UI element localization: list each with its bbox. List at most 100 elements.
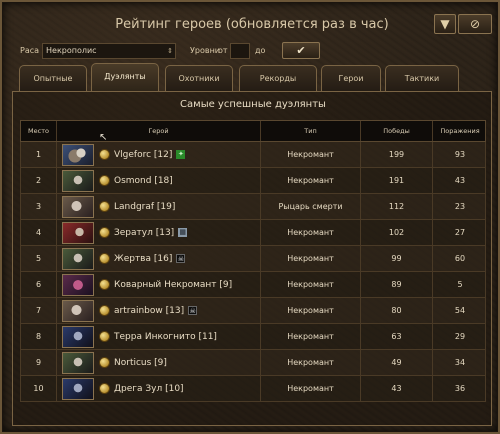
header-losses: Поражения [440,127,480,135]
losses-cell: 29 [454,332,466,341]
guild-badge-icon[interactable]: ☠ [188,306,198,315]
level-from-input[interactable] [230,43,250,59]
losses-cell: 36 [454,384,466,393]
hero-name-link[interactable]: Osmond [18] [114,176,173,186]
hero-portrait[interactable] [62,143,94,166]
wins-cell: 99 [361,246,433,271]
losses-cell: 60 [454,254,466,263]
table-row[interactable]: 3 Landgraf [19] Рыцарь смерти 112 23 [20,194,486,220]
race-label: Раса [20,46,40,55]
apply-filter-button[interactable]: ✔ [282,42,320,59]
hero-cell: Norticus [9] [57,350,261,375]
table-header: Место Герой Тип Победы Поражения [20,120,486,142]
place-cell: 9 [21,350,57,375]
tab-2[interactable]: Охотники [165,65,233,91]
faction-skull-icon [99,279,110,290]
hero-portrait[interactable] [62,195,94,218]
table-row[interactable]: 1 Vlgeforc [12] ✦ Некромант 199 93 [20,142,486,168]
rating-panel: Самые успешные дуэлянты Место Герой Тип … [12,91,492,426]
wins-cell: 49 [361,350,433,375]
type-cell: Рыцарь смерти [261,194,361,219]
place-cell: 6 [21,272,57,297]
losses-cell: 23 [454,202,466,211]
losses-cell: 43 [454,176,466,185]
guild-badge-icon[interactable]: ✦ [176,150,186,159]
hero-name-link[interactable]: Landgraf [19] [114,202,175,212]
type-cell: Некромант [261,272,361,297]
place-cell: 2 [21,168,57,193]
tab-1[interactable]: Дуэлянты [91,63,159,92]
header-hero: Герой [57,121,261,141]
place-cell: 3 [21,194,57,219]
levels-label: Уровни [190,46,220,55]
level-to-label: до [255,46,266,55]
window-title: Рейтинг героев (обновляется раз в час) [115,17,389,32]
table-row[interactable]: 2 Osmond [18] Некромант 191 43 [20,168,486,194]
table-row[interactable]: 4 Зератул [13] ▦ Некромант 102 27 [20,220,486,246]
hero-rating-window: Рейтинг героев (обновляется раз в час) ▼… [0,0,500,434]
hero-name-link[interactable]: Дрега Зул [10] [114,384,184,394]
losses-cell: 34 [454,358,466,367]
race-value: Некрополис [46,46,97,55]
wins-cell: 80 [361,298,433,323]
place-cell: 1 [21,142,57,167]
tab-5[interactable]: Тактики [385,65,459,91]
hero-cell: Зератул [13] ▦ [57,220,261,245]
filter-icon: ▼ [440,17,450,31]
hero-name-link[interactable]: artrainbow [13] [114,306,184,316]
guild-badge-icon[interactable]: ☠ [176,254,186,263]
losses-cell: 93 [454,150,466,159]
cancel-button[interactable]: ⊘ [458,14,492,34]
table-row[interactable]: 10 Дрега Зул [10] Некромант 43 36 [20,376,486,402]
table-row[interactable]: 9 Norticus [9] Некромант 49 34 [20,350,486,376]
race-select[interactable]: Некрополис ⇕ [42,43,176,59]
type-cell: Некромант [261,376,361,401]
hero-portrait[interactable] [62,273,94,296]
tab-4[interactable]: Герои [321,65,381,91]
wins-cell: 191 [361,168,433,193]
hero-portrait[interactable] [62,377,94,400]
place-cell: 4 [21,220,57,245]
tab-0[interactable]: Опытные [19,65,87,91]
faction-skull-icon [99,357,110,368]
hero-portrait[interactable] [62,169,94,192]
faction-skull-icon [99,149,110,160]
wins-cell: 89 [361,272,433,297]
type-cell: Некромант [261,324,361,349]
place-cell: 10 [21,376,57,401]
hero-name-link[interactable]: Терра Инкогнито [11] [114,332,217,342]
hero-name-link[interactable]: Коварный Некромант [9] [114,280,232,290]
hero-portrait[interactable] [62,247,94,270]
level-from-label: от [218,46,228,55]
hero-portrait[interactable] [62,351,94,374]
table-row[interactable]: 6 Коварный Некромант [9] Некромант 89 5 [20,272,486,298]
filter-button[interactable]: ▼ [434,14,456,34]
hero-portrait[interactable] [62,221,94,244]
wins-cell: 63 [361,324,433,349]
hero-name-link[interactable]: Norticus [9] [114,358,167,368]
header-place: Место [21,121,57,141]
hero-cell: Landgraf [19] [57,194,261,219]
hero-name-link[interactable]: Vlgeforc [12] [114,150,172,160]
table-row[interactable]: 8 Терра Инкогнито [11] Некромант 63 29 [20,324,486,350]
guild-badge-icon[interactable]: ▦ [178,228,188,237]
chevron-updown-icon: ⇕ [167,47,173,55]
hero-cell: artrainbow [13] ☠ [57,298,261,323]
faction-skull-icon [99,201,110,212]
hero-name-link[interactable]: Жертва [16] [114,254,172,264]
cancel-icon: ⊘ [469,17,481,31]
type-cell: Некромант [261,350,361,375]
type-cell: Некромант [261,220,361,245]
wins-cell: 43 [361,376,433,401]
tab-3[interactable]: Рекорды [239,65,317,91]
hero-portrait[interactable] [62,325,94,348]
place-cell: 8 [21,324,57,349]
hero-cell: Osmond [18] [57,168,261,193]
hero-portrait[interactable] [62,299,94,322]
table-row[interactable]: 7 artrainbow [13] ☠ Некромант 80 54 [20,298,486,324]
table-row[interactable]: 5 Жертва [16] ☠ Некромант 99 60 [20,246,486,272]
type-cell: Некромант [261,168,361,193]
hero-name-link[interactable]: Зератул [13] [114,228,174,238]
wins-cell: 102 [361,220,433,245]
faction-skull-icon [99,331,110,342]
